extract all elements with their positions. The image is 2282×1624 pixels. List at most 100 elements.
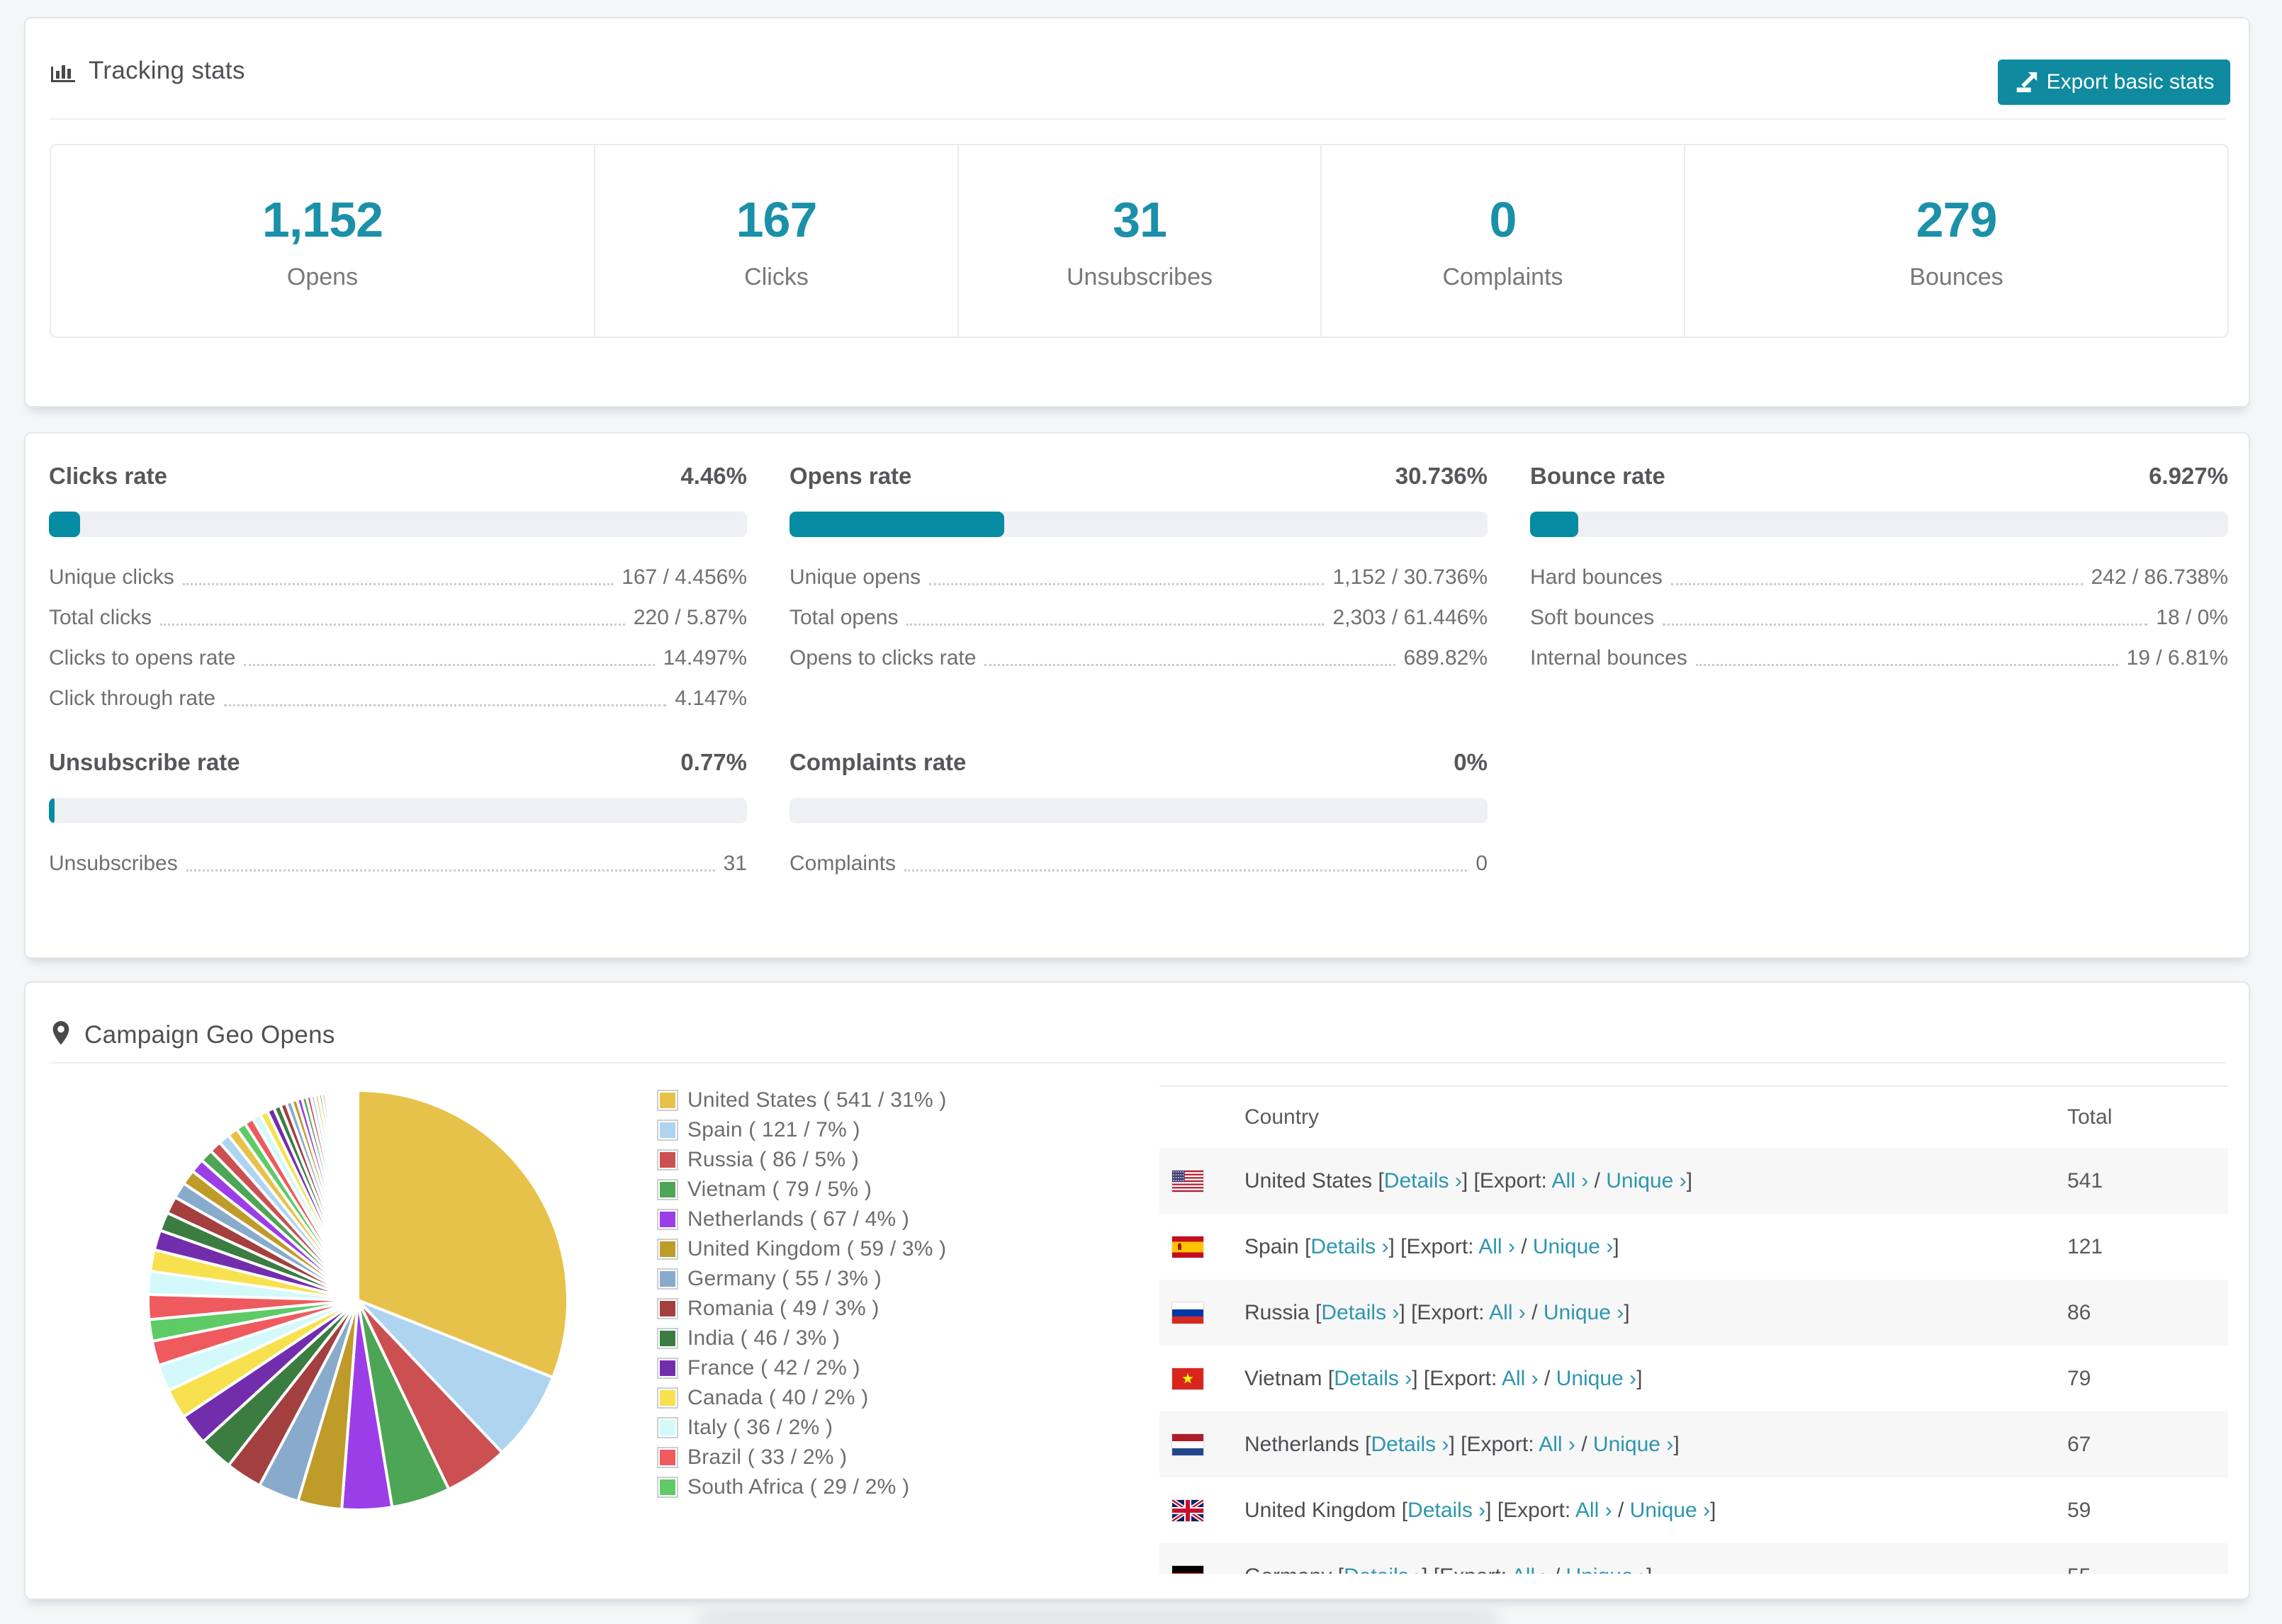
legend-label: Canada ( 40 / 2% ) — [687, 1386, 869, 1409]
dotted-leader — [182, 583, 614, 585]
dotted-leader — [1670, 583, 2083, 585]
bracket: ] — [1613, 1234, 1619, 1258]
details-link[interactable]: Details › — [1334, 1367, 1412, 1390]
export-unique-link[interactable]: Unique › — [1566, 1564, 1646, 1574]
unsub-rate-value: 0.77% — [680, 749, 747, 775]
unsubscribes-label: Unsubscribes — [1067, 263, 1213, 291]
complaints-rate-block: Complaints rate 0% Complaints 0 — [789, 747, 1488, 884]
geo-table-row-vn: Vietnam [Details ›] [Export: All › / Uni… — [1159, 1346, 2228, 1411]
details-link[interactable]: Details › — [1407, 1499, 1485, 1522]
export-unique-link[interactable]: Unique › — [1544, 1301, 1624, 1324]
total-cell: 86 — [2067, 1300, 2091, 1324]
country-name: Vietnam — [1244, 1366, 1328, 1390]
details-link[interactable]: Details › — [1344, 1564, 1422, 1574]
export-all-link[interactable]: All › — [1575, 1499, 1612, 1522]
geo-table-header: Country Total — [1159, 1087, 2228, 1148]
legend-swatch-icon — [657, 1268, 678, 1290]
dotted-leader — [160, 624, 625, 626]
complaints-progress-bar — [789, 798, 1488, 823]
total-cell: 541 — [2067, 1168, 2103, 1192]
export-prefix: ] [Export: — [1422, 1564, 1512, 1574]
nl-flag-icon — [1172, 1433, 1203, 1455]
bracket: ] — [1673, 1432, 1680, 1456]
legend-label: United Kingdom ( 59 / 3% ) — [687, 1237, 947, 1261]
opens-label: Opens — [286, 263, 359, 291]
opens-rate-title: Opens rate — [789, 463, 912, 489]
export-unique-link[interactable]: Unique › — [1556, 1367, 1636, 1390]
legend-item: Romania ( 49 / 3% ) — [657, 1294, 947, 1324]
details-link[interactable]: Details › — [1384, 1169, 1462, 1192]
export-icon — [2016, 72, 2037, 93]
geo-header: Campaign Geo Opens — [49, 1018, 335, 1052]
export-prefix: ] [Export: — [1412, 1366, 1502, 1390]
bounces-count: 279 — [1916, 191, 1998, 247]
country-column-header: Country — [1244, 1105, 1320, 1129]
opens-rate-block: Opens rate 30.736% Unique opens 1,152 / 30.… — [789, 461, 1488, 678]
legend-item: India ( 46 / 3% ) — [657, 1324, 947, 1353]
bracket: [ — [1401, 1498, 1408, 1522]
clicks-count: 167 — [736, 191, 818, 247]
dotted-leader — [906, 624, 1325, 626]
export-all-link[interactable]: All › — [1539, 1433, 1575, 1456]
export-all-link[interactable]: All › — [1502, 1367, 1539, 1390]
detail-value: 2,303 / 61.446% — [1332, 605, 1488, 629]
legend-label: Russia ( 86 / 5% ) — [687, 1148, 860, 1171]
legend-swatch-icon — [657, 1358, 678, 1379]
geo-table-row-nl: Netherlands [Details ›] [Export: All › /… — [1159, 1411, 2228, 1477]
country-name: Spain — [1244, 1234, 1305, 1258]
slash-separator: / — [1588, 1168, 1607, 1192]
dotted-leader — [1663, 624, 2148, 626]
bracket: [ — [1327, 1366, 1334, 1390]
slash-separator: / — [1538, 1366, 1556, 1390]
export-all-link[interactable]: All › — [1489, 1301, 1526, 1324]
stat-box-opens: 1,152 Opens — [51, 145, 594, 337]
detail-value: 689.82% — [1403, 645, 1488, 670]
legend-swatch-icon — [657, 1477, 678, 1498]
export-all-link[interactable]: All › — [1512, 1564, 1548, 1574]
legend-item: France ( 42 / 2% ) — [657, 1353, 947, 1383]
export-unique-link[interactable]: Unique › — [1533, 1235, 1613, 1258]
details-link[interactable]: Details › — [1310, 1235, 1388, 1258]
bracket: [ — [1378, 1168, 1384, 1192]
complaints-detail-row: Complaints 0 — [789, 843, 1488, 884]
legend-label: Germany ( 55 / 3% ) — [687, 1267, 882, 1290]
legend-item: Brazil ( 33 / 2% ) — [657, 1443, 947, 1472]
details-link[interactable]: Details › — [1371, 1433, 1449, 1456]
geo-table-row-de: Germany [Details ›] [Export: All › / Uni… — [1159, 1543, 2228, 1574]
dashboard-page: Tracking stats Export basic stats 1,152 … — [0, 0, 2282, 1624]
export-unique-link[interactable]: Unique › — [1593, 1433, 1673, 1456]
dotted-leader — [904, 869, 1468, 872]
us-flag-icon — [1172, 1170, 1203, 1192]
details-link[interactable]: Details › — [1321, 1301, 1399, 1324]
export-all-link[interactable]: All › — [1478, 1235, 1515, 1258]
export-prefix: ] [Export: — [1461, 1168, 1552, 1192]
legend-label: Netherlands ( 67 / 4% ) — [687, 1207, 910, 1231]
export-unique-link[interactable]: Unique › — [1606, 1169, 1686, 1192]
opens-detail-row: Unique opens 1,152 / 30.736% — [789, 557, 1488, 597]
bracket: ] — [1624, 1300, 1630, 1324]
export-basic-stats-button[interactable]: Export basic stats — [1998, 60, 2230, 105]
detail-value: 4.147% — [675, 686, 747, 710]
dotted-leader — [244, 664, 655, 666]
total-cell: 67 — [2067, 1432, 2091, 1456]
total-cell: 59 — [2067, 1498, 2091, 1522]
slash-separator: / — [1548, 1564, 1566, 1574]
bounce-progress-bar — [1530, 512, 2228, 537]
detail-label: Total clicks — [49, 605, 152, 629]
legend-swatch-icon — [657, 1179, 678, 1200]
opens-progress-fill — [789, 512, 1004, 537]
bounce-rate-title: Bounce rate — [1530, 463, 1665, 489]
detail-value: 31 — [723, 851, 747, 875]
bracket: ] — [1646, 1564, 1652, 1574]
header-divider — [49, 118, 2225, 120]
unsub-rate-block: Unsubscribe rate 0.77% Unsubscribes 31 — [49, 747, 747, 884]
opens-detail-row: Opens to clicks rate 689.82% — [789, 638, 1488, 678]
export-unique-link[interactable]: Unique › — [1630, 1499, 1710, 1522]
legend-label: India ( 46 / 3% ) — [687, 1326, 841, 1350]
detail-value: 242 / 86.738% — [2091, 565, 2229, 589]
unsub-progress-bar — [49, 798, 747, 823]
legend-item: United States ( 541 / 31% ) — [657, 1086, 947, 1115]
export-all-link[interactable]: All › — [1552, 1169, 1589, 1192]
export-prefix: ] [Export: — [1449, 1432, 1539, 1456]
slash-separator: / — [1514, 1234, 1533, 1258]
